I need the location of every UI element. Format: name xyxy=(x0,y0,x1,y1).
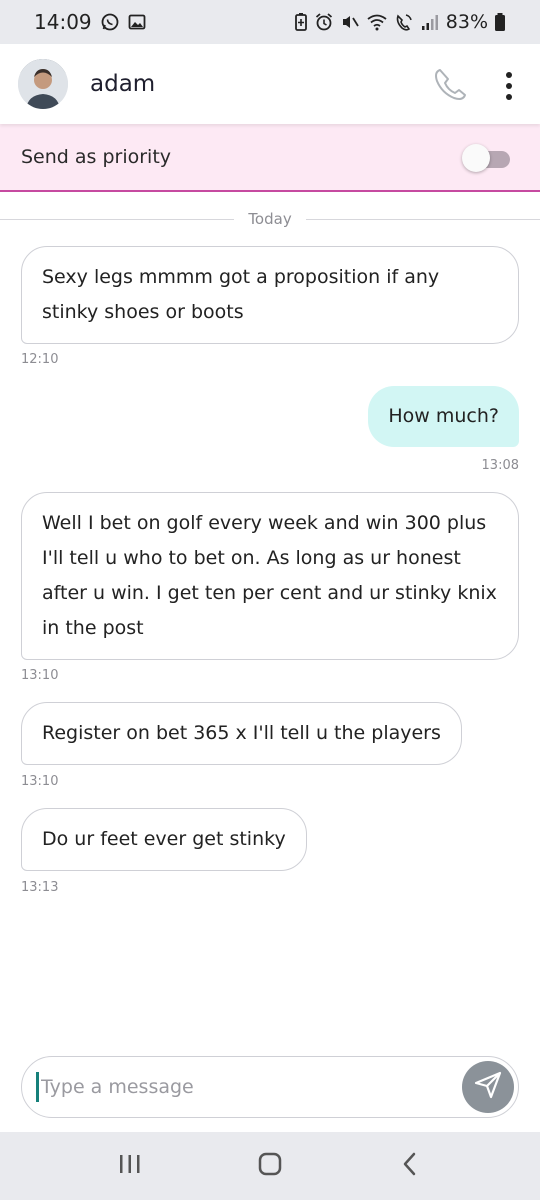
home-icon xyxy=(257,1151,283,1181)
status-right: 83% xyxy=(294,11,506,33)
back-button[interactable] xyxy=(380,1141,440,1191)
contact-name[interactable]: adam xyxy=(90,71,155,97)
priority-toggle[interactable] xyxy=(462,144,510,172)
status-bar: 14:09 83% xyxy=(0,0,540,44)
more-vertical-icon xyxy=(506,72,512,78)
call-button[interactable] xyxy=(428,64,472,108)
date-separator: Today xyxy=(0,210,540,228)
signal-icon xyxy=(420,13,440,31)
battery-percentage: 83% xyxy=(445,11,488,33)
chat-header: adam xyxy=(0,44,540,124)
message-line: Well I bet on golf every week and win 30… xyxy=(42,512,487,534)
divider xyxy=(305,218,540,220)
message-input[interactable] xyxy=(41,1076,421,1098)
message-line: I'll tell u who to bet on. As long as ur… xyxy=(42,547,461,569)
phone-icon xyxy=(432,66,468,106)
priority-bar: Send as priority xyxy=(0,124,540,192)
message-line: in the post xyxy=(42,617,144,639)
message-bubble-incoming[interactable]: Sexy legs mmmm got a proposition if any … xyxy=(21,246,519,344)
home-button[interactable] xyxy=(240,1141,300,1191)
battery-saver-icon xyxy=(294,12,308,32)
message-bubble-incoming[interactable]: Well I bet on golf every week and win 30… xyxy=(21,492,519,660)
recent-apps-button[interactable] xyxy=(100,1141,160,1191)
message-composer xyxy=(21,1056,519,1118)
date-label: Today xyxy=(248,210,292,228)
divider xyxy=(0,218,235,220)
message-bubble-incoming[interactable]: Do ur feet ever get stinky xyxy=(21,808,307,871)
message-line: Sexy legs mmmm got a proposition if any xyxy=(42,266,440,288)
priority-label: Send as priority xyxy=(21,146,172,168)
more-vertical-icon-dot xyxy=(506,83,512,89)
message-bubble-outgoing[interactable]: How much? xyxy=(368,386,519,447)
message-bubble-incoming[interactable]: Register on bet 365 x I'll tell u the pl… xyxy=(21,702,462,765)
back-icon xyxy=(400,1151,420,1181)
text-cursor xyxy=(36,1072,39,1102)
status-left: 14:09 xyxy=(34,10,146,34)
message-time: 13:10 xyxy=(21,668,59,683)
mute-icon xyxy=(340,12,360,32)
wifi-calling-icon xyxy=(394,12,414,32)
avatar[interactable] xyxy=(18,59,68,109)
send-button[interactable] xyxy=(462,1061,514,1113)
message-line: after u win. I get ten per cent and ur s… xyxy=(42,582,497,604)
message-line: Register on bet 365 x I'll tell u the pl… xyxy=(42,722,441,744)
image-icon xyxy=(128,13,146,31)
whatsapp-icon xyxy=(100,12,120,32)
status-time: 14:09 xyxy=(34,10,92,34)
message-line: How much? xyxy=(388,405,499,427)
message-time: 13:10 xyxy=(21,774,59,789)
more-vertical-icon-dot xyxy=(506,94,512,100)
more-options-button[interactable] xyxy=(494,64,524,108)
send-icon xyxy=(473,1070,503,1104)
message-time: 12:10 xyxy=(21,352,59,367)
message-line: Do ur feet ever get stinky xyxy=(42,828,286,850)
message-time: 13:13 xyxy=(21,880,59,895)
toggle-knob xyxy=(462,144,490,172)
wifi-icon xyxy=(366,12,388,32)
battery-icon xyxy=(494,12,506,32)
message-line: stinky shoes or boots xyxy=(42,301,244,323)
navigation-bar xyxy=(0,1132,540,1200)
recent-apps-icon xyxy=(117,1152,143,1180)
alarm-icon xyxy=(314,12,334,32)
message-time: 13:08 xyxy=(481,458,519,473)
